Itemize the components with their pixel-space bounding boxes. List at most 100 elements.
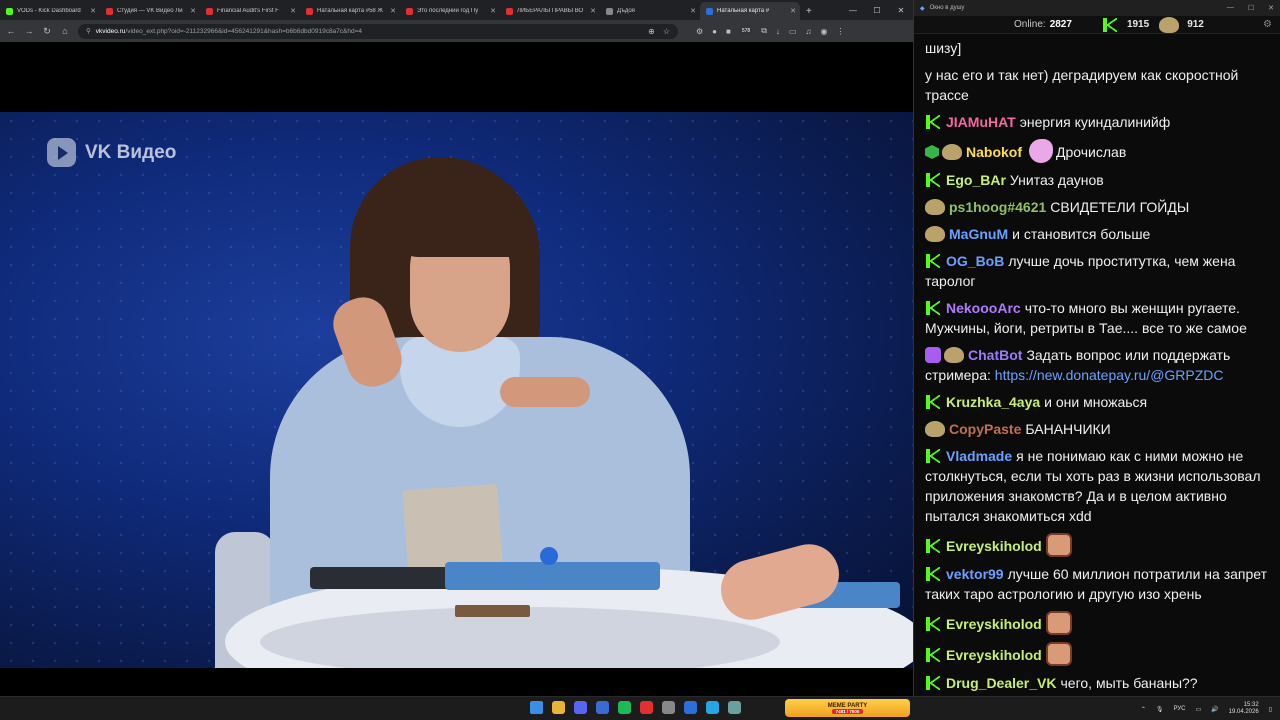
start-menu-icon[interactable]: [530, 701, 543, 714]
back-icon[interactable]: ←: [6, 26, 16, 36]
zoom-icon[interactable]: ⊕: [648, 27, 655, 36]
meme-party-widget[interactable]: MEME PARTY 7481 / 7500: [785, 699, 910, 717]
taskbar-app-icon[interactable]: [684, 701, 697, 714]
site-info-icon[interactable]: ⚲: [86, 27, 91, 35]
url-input[interactable]: ⚲ vkvideo.ru/video_ext.php?oid=-21123296…: [78, 23, 678, 39]
video-tray: [445, 562, 660, 590]
tab-close-icon[interactable]: ✕: [290, 7, 296, 15]
microphone-icon[interactable]: 🎙: [1156, 706, 1164, 713]
chat-username[interactable]: Evreyskiholod: [946, 538, 1042, 554]
maximize-button[interactable]: ☐: [1248, 4, 1254, 12]
extension-icon[interactable]: ●: [712, 27, 717, 36]
chat-username[interactable]: Vladmade: [946, 448, 1012, 464]
browser-tab[interactable]: Натальная карта #58 Ж ✕: [300, 2, 400, 20]
chat-username[interactable]: ChatBot: [968, 347, 1022, 363]
browser-tab[interactable]: ЛИБЕРАЛЫ ПРАВЫ ВО ✕: [500, 2, 600, 20]
chat-link[interactable]: https://new.donatepay.ru/@GRPZDC: [995, 367, 1224, 383]
tab-favicon-icon: [6, 7, 13, 15]
chat-username[interactable]: MaGnuM: [949, 226, 1008, 242]
kick-badge-icon: [925, 616, 941, 632]
extensions-puzzle-icon[interactable]: ⧉: [761, 26, 767, 36]
chat-username[interactable]: Evreyskiholod: [946, 616, 1042, 632]
chat-message-text: шизу]: [925, 40, 962, 56]
close-button[interactable]: ✕: [889, 6, 913, 15]
profile-icon[interactable]: ◉: [820, 27, 827, 36]
tab-close-icon[interactable]: ✕: [90, 7, 96, 15]
vk-viewers: 912: [1159, 16, 1204, 33]
chat-username[interactable]: Evreyskiholod: [946, 647, 1042, 663]
tab-close-icon[interactable]: ✕: [790, 7, 796, 15]
browser-tab[interactable]: Студия — VK Видео Ли ✕: [100, 2, 200, 20]
language-indicator[interactable]: РУС: [1173, 706, 1185, 712]
chat-username[interactable]: Nabokof: [966, 144, 1022, 160]
network-icon[interactable]: ▭: [1196, 706, 1202, 713]
chat-username[interactable]: ps1hoog#4621: [949, 199, 1046, 215]
video-person-bangs: [395, 187, 525, 257]
browser-window: VODs - Kick Dashboard ✕ Студия — VK Видео …: [0, 0, 913, 696]
minimize-button[interactable]: —: [841, 6, 865, 15]
new-tab-button[interactable]: +: [800, 2, 818, 20]
chat-username[interactable]: Drug_Dealer_VK: [946, 675, 1057, 691]
browser-tab[interactable]: Financial Audit's First F ✕: [200, 2, 300, 20]
minimize-button[interactable]: —: [1227, 4, 1234, 12]
browser-tab[interactable]: Это последний год Пу ✕: [400, 2, 500, 20]
taskbar-app-icon[interactable]: [574, 701, 587, 714]
chat-message: vektor99 лучше 60 миллион потратили на за…: [925, 564, 1270, 604]
tab-close-icon[interactable]: ✕: [390, 7, 396, 15]
chat-message-text: чего, мыть бананы??: [1060, 675, 1198, 691]
taskbar-app-icon[interactable]: [640, 701, 653, 714]
tab-favicon-icon: [606, 7, 613, 15]
tab-close-icon[interactable]: ✕: [190, 7, 196, 15]
media-icon[interactable]: ♫: [805, 27, 811, 36]
tab-close-icon[interactable]: ✕: [490, 7, 496, 15]
chat-username[interactable]: OG_BoB: [946, 253, 1004, 269]
extension-icon[interactable]: ■: [726, 27, 731, 36]
chat-message-text: СВИДЕТЕЛИ ГОЙДЫ: [1050, 199, 1190, 215]
chat-username[interactable]: NekoooArc: [946, 300, 1021, 316]
kick-badge-icon: [925, 253, 941, 269]
chat-message: Evreyskiholod: [925, 642, 1270, 666]
extension-icon[interactable]: ⚙: [696, 27, 703, 36]
volume-icon[interactable]: 🔊: [1211, 706, 1218, 713]
menu-icon[interactable]: ⋮: [836, 27, 844, 36]
download-icon[interactable]: ↓: [776, 27, 780, 36]
chat-message: Vladmade я не понимаю как с ними можно не…: [925, 446, 1270, 526]
taskbar-app-icon[interactable]: [662, 701, 675, 714]
browser-tab[interactable]: VODs - Kick Dashboard ✕: [0, 2, 100, 20]
chat-username[interactable]: JIAMuHAT: [946, 114, 1016, 130]
maximize-button[interactable]: ☐: [865, 6, 889, 15]
home-icon[interactable]: ⌂: [60, 26, 70, 36]
browser-tab[interactable]: Дъдоя ✕: [600, 2, 700, 20]
tab-close-icon[interactable]: ✕: [690, 7, 696, 15]
chat-username[interactable]: CopyPaste: [949, 421, 1021, 437]
chat-message-text: БАНАНЧИКИ: [1025, 421, 1111, 437]
chat-message-text: Дрочислав: [1056, 144, 1127, 160]
tab-title: Дъдоя: [617, 8, 635, 14]
close-button[interactable]: ✕: [1268, 4, 1274, 12]
tray-chevron-icon[interactable]: ⌃: [1141, 706, 1146, 713]
chat-message-list[interactable]: шизу] у нас его и так нет) деградируем ка…: [914, 34, 1280, 696]
taskbar-app-icon[interactable]: [706, 701, 719, 714]
taskbar-app-icon[interactable]: [618, 701, 631, 714]
browser-tab[interactable]: Натальная карта # ✕: [700, 2, 800, 20]
reload-icon[interactable]: ↻: [42, 26, 52, 37]
sidepanel-icon[interactable]: ▭: [789, 27, 797, 36]
taskbar-app-icon[interactable]: [728, 701, 741, 714]
tab-close-icon[interactable]: ✕: [590, 7, 596, 15]
tab-favicon-icon: [506, 7, 513, 15]
settings-gear-icon[interactable]: ⚙: [1263, 19, 1272, 30]
forward-icon[interactable]: →: [24, 26, 34, 36]
video-player[interactable]: VK Видео: [0, 112, 913, 668]
bot-badge-icon: [925, 347, 941, 363]
chat-message: Nabokof Дрочислав: [925, 139, 1270, 163]
chat-username[interactable]: Ego_BAr: [946, 172, 1006, 188]
clock[interactable]: 15:32 19.04.2026: [1229, 702, 1259, 716]
chat-username[interactable]: Kruzhka_4aya: [946, 394, 1040, 410]
vk-badge-icon: [925, 421, 945, 437]
taskbar-app-icon[interactable]: [552, 701, 565, 714]
taskbar-app-icon[interactable]: [596, 701, 609, 714]
chat-message: MaGnuM и становится больше: [925, 224, 1270, 244]
notification-icon[interactable]: ▯: [1269, 706, 1272, 713]
chat-username[interactable]: vektor99: [946, 566, 1004, 582]
bookmark-star-icon[interactable]: ☆: [663, 27, 670, 36]
